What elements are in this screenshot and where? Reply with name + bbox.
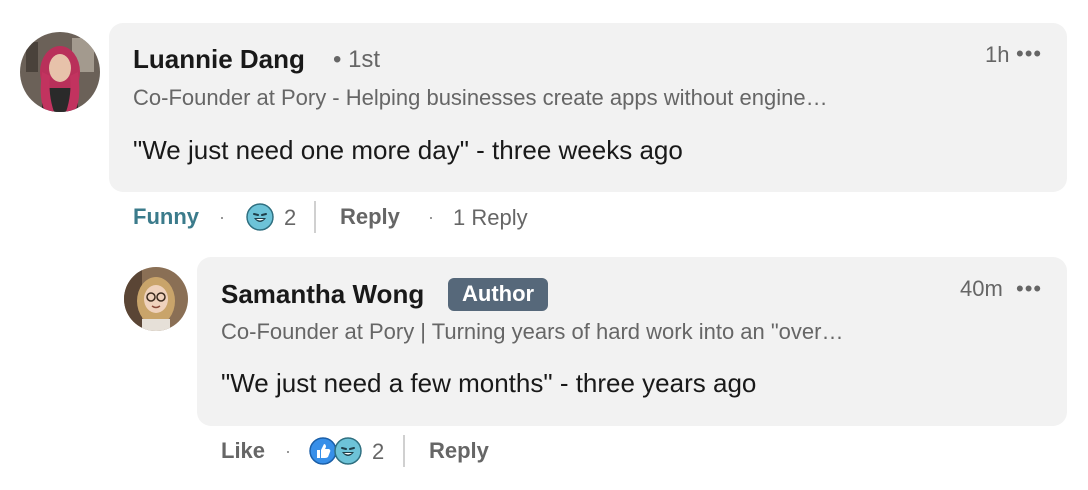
author-badge: Author	[448, 278, 549, 311]
separator-dot: ·	[285, 441, 291, 461]
like-button[interactable]: Like	[221, 438, 265, 464]
separator-dot: ·	[219, 207, 225, 227]
commenter-name[interactable]: Luannie Dang	[133, 44, 305, 75]
reaction-count[interactable]: 2	[284, 205, 296, 231]
separator-dot: ·	[428, 207, 434, 227]
funny-reaction-icon[interactable]	[334, 437, 362, 465]
replies-count[interactable]: 1 Reply	[453, 205, 528, 231]
reply-author-headline: Co-Founder at Pory | Turning years of ha…	[221, 319, 844, 344]
reaction-count[interactable]: 2	[372, 439, 384, 465]
connection-degree: • 1st	[333, 46, 381, 73]
reply-timestamp: 40m	[960, 276, 1003, 301]
more-options-icon[interactable]: •••	[1016, 43, 1042, 65]
avatar-photo	[20, 32, 100, 112]
reply-button[interactable]: Reply	[340, 204, 400, 230]
comment-timestamp: 1h	[985, 42, 1010, 67]
commenter-headline: Co-Founder at Pory - Helping businesses …	[133, 85, 828, 110]
action-divider	[314, 201, 316, 233]
more-options-icon[interactable]: •••	[1016, 278, 1042, 300]
reaction-button[interactable]: Funny	[133, 204, 199, 230]
action-divider	[403, 435, 405, 467]
reply-author-avatar[interactable]	[124, 267, 188, 331]
commenter-avatar[interactable]	[20, 32, 100, 112]
reply-button[interactable]: Reply	[429, 438, 489, 464]
reply-text: "We just need a few months" - three year…	[221, 368, 757, 398]
funny-reaction-icon[interactable]	[246, 203, 274, 231]
like-reaction-icon[interactable]	[309, 437, 337, 465]
comment-text: "We just need one more day" - three week…	[133, 135, 683, 165]
avatar-photo	[124, 267, 188, 331]
reply-author-name[interactable]: Samantha Wong	[221, 279, 424, 310]
